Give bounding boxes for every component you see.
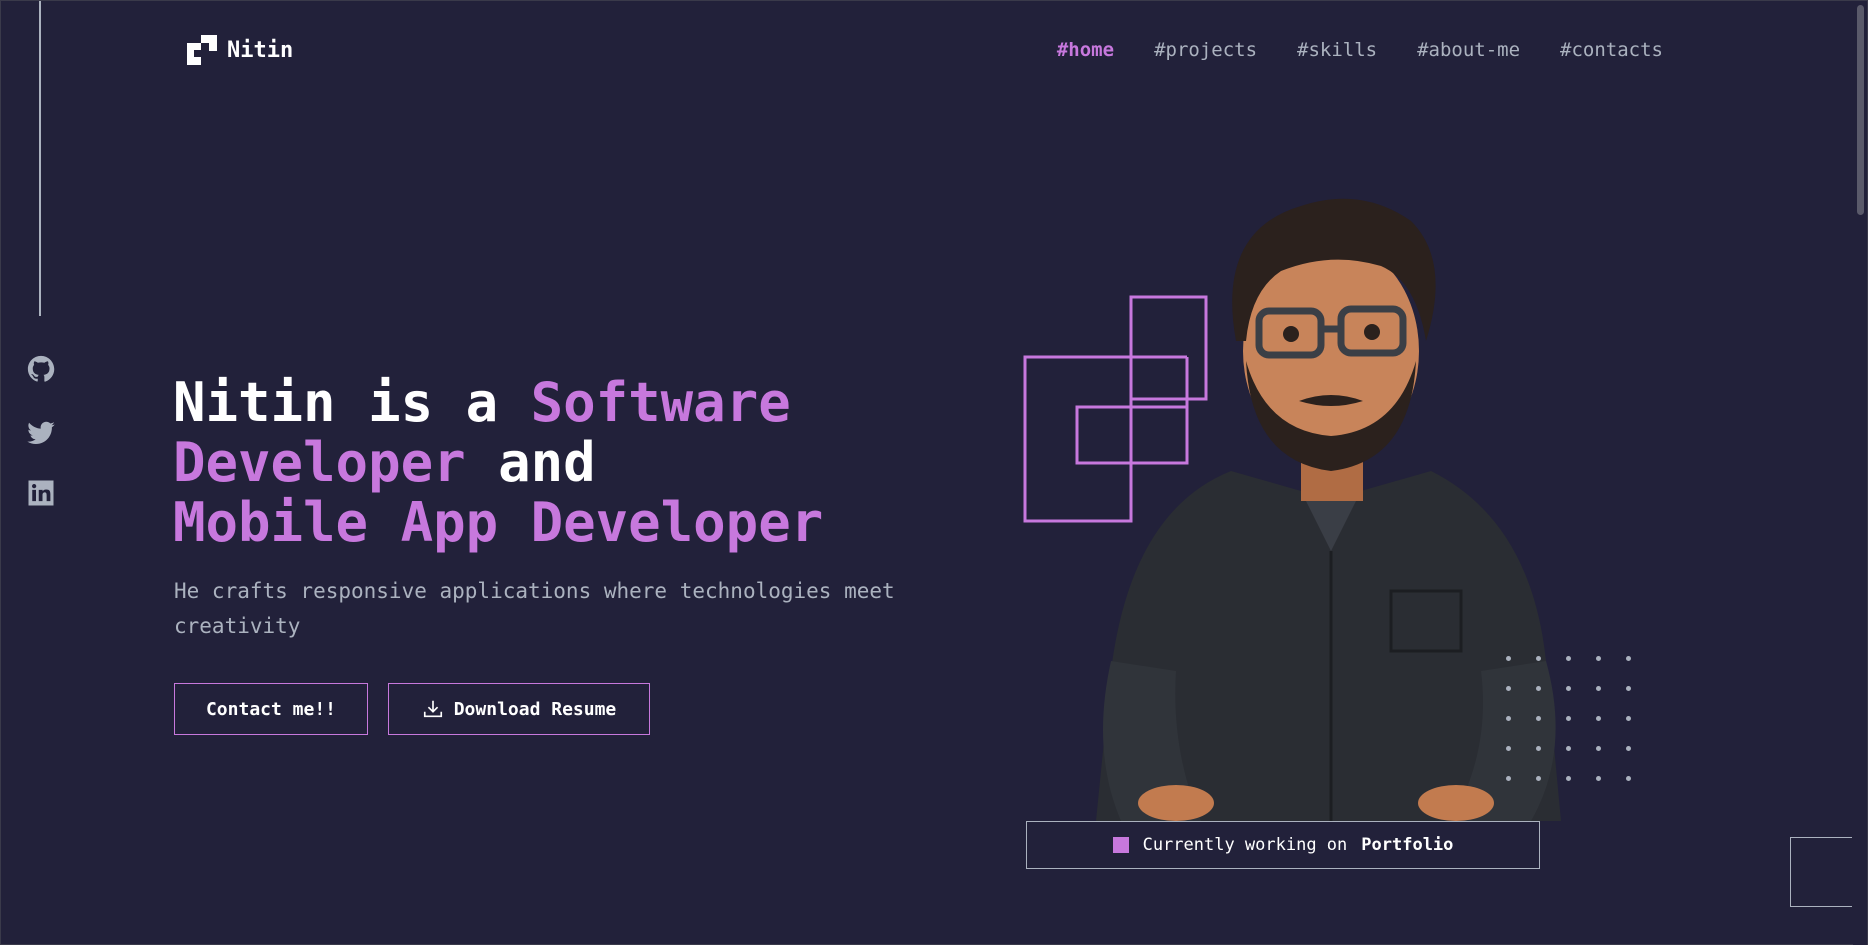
linkedin-link[interactable] <box>23 475 59 511</box>
decorative-corner-box <box>1790 837 1852 907</box>
headline-intro: Nitin is a <box>173 371 531 434</box>
rail-line <box>39 1 41 316</box>
status-prefix: Currently working on <box>1142 835 1348 855</box>
twitter-link[interactable] <box>23 415 59 451</box>
nav-about-me[interactable]: #about-me <box>1417 39 1520 61</box>
brand-name: Nitin <box>227 37 294 63</box>
scrollbar[interactable] <box>1853 1 1867 945</box>
logo-outline-shape <box>1023 295 1208 523</box>
dots-pattern <box>1506 656 1636 786</box>
hero-subtext: He crafts responsive applications where … <box>174 579 895 638</box>
nav-projects[interactable]: #projects <box>1154 39 1257 61</box>
headline-mobile: Mobile App Developer <box>173 491 824 554</box>
hero-headline: Nitin is a Software Developer and Mobile… <box>173 373 933 553</box>
main-nav: #home #projects #skills #about-me #conta… <box>1057 39 1663 61</box>
headline-software: Software <box>530 371 791 434</box>
github-link[interactable] <box>23 351 59 387</box>
twitter-icon <box>27 421 55 444</box>
current-work-status: Currently working on Portfolio <box>1026 821 1540 869</box>
status-indicator <box>1112 837 1129 853</box>
download-resume-button[interactable]: Download Resume <box>388 683 650 735</box>
headline-and: and <box>465 431 596 494</box>
contact-button[interactable]: Contact me!! <box>174 683 368 735</box>
nav-contacts[interactable]: #contacts <box>1560 39 1663 61</box>
logo-mark-icon <box>187 35 217 65</box>
status-project: Portfolio <box>1361 835 1454 855</box>
portfolio-page: Nitin #home #projects #skills #about-me … <box>0 0 1868 945</box>
download-icon <box>423 700 442 718</box>
scrollbar-thumb[interactable] <box>1857 5 1864 215</box>
headline-developer: Developer <box>173 431 466 494</box>
nav-home[interactable]: #home <box>1057 39 1114 61</box>
contact-button-label: Contact me!! <box>205 698 337 720</box>
nav-skills[interactable]: #skills <box>1297 39 1377 61</box>
resume-button-label: Download Resume <box>453 698 617 720</box>
linkedin-icon <box>28 480 54 506</box>
brand-logo[interactable]: Nitin <box>187 35 293 65</box>
github-icon <box>27 355 55 382</box>
